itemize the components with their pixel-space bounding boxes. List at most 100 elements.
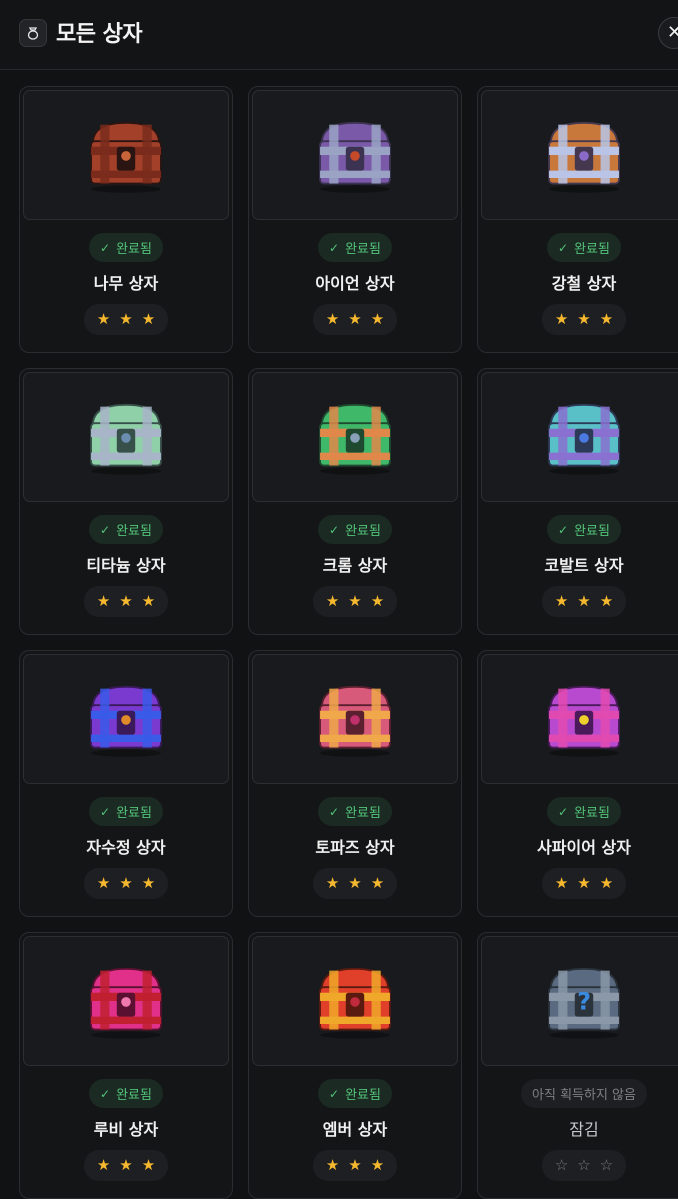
star-filled-icon: ★	[599, 592, 614, 610]
status-label: 완료됨	[116, 1088, 152, 1103]
chest-card[interactable]: ✓ 완료됨 아이언 상자 ★ ★ ★	[248, 86, 462, 353]
star-filled-icon: ★	[96, 310, 111, 328]
chest-image	[23, 936, 229, 1066]
chest-card[interactable]: ✓ 완료됨 코발트 상자 ★ ★ ★	[477, 368, 678, 635]
check-icon: ✓	[100, 240, 111, 255]
chest-card[interactable]: ✓ 완료됨강철 상자 ★ ★ ★	[477, 86, 678, 353]
close-icon: ✕	[667, 22, 678, 43]
star-filled-icon: ★	[119, 592, 133, 610]
status-label: 완료됨	[345, 524, 381, 539]
chest-card[interactable]: ✓ 완료됨사파이어 상자 ★ ★ ★	[477, 650, 678, 917]
check-icon: ✓	[329, 804, 340, 819]
star-filled-icon: ★	[348, 874, 362, 892]
status-label: 완료됨	[345, 806, 381, 821]
chest-card[interactable]: ✓ 완료됨루비 상자 ★ ★ ★	[19, 932, 233, 1199]
status-badge: ✓ 완료됨	[547, 233, 621, 262]
check-icon: ✓	[329, 240, 340, 255]
status-badge: ✓ 완료됨	[318, 515, 392, 544]
status-badge: ✓ 완료됨	[89, 515, 163, 544]
star-rating: ★ ★ ★	[84, 868, 168, 899]
status-badge: ✓ 완료됨	[318, 797, 392, 826]
chest-name: 아이언 상자	[315, 274, 395, 293]
star-filled-icon: ★	[348, 1156, 362, 1174]
chest-image	[481, 372, 678, 502]
star-rating: ★ ★ ★	[84, 586, 168, 617]
status-badge: ✓ 완료됨	[547, 515, 621, 544]
chest-name: 티타늄 상자	[86, 556, 166, 575]
star-filled-icon: ★	[141, 1156, 156, 1174]
chest-name: 강철 상자	[551, 274, 617, 293]
chest-image	[252, 372, 458, 502]
chest-name: 루비 상자	[93, 1120, 159, 1139]
star-filled-icon: ★	[370, 592, 385, 610]
star-empty-icon: ☆	[599, 1156, 614, 1174]
status-badge: ✓ 완료됨	[547, 797, 621, 826]
star-filled-icon: ★	[554, 310, 569, 328]
check-icon: ✓	[558, 804, 569, 819]
chest-card[interactable]: ✓ 완료됨 크롬 상자 ★ ★ ★	[248, 368, 462, 635]
star-filled-icon: ★	[370, 874, 385, 892]
chest-name: 잠김	[569, 1120, 599, 1139]
status-label: 완료됨	[574, 524, 610, 539]
star-filled-icon: ★	[554, 874, 569, 892]
star-filled-icon: ★	[348, 310, 362, 328]
check-icon: ✓	[558, 522, 569, 537]
star-filled-icon: ★	[599, 874, 614, 892]
star-empty-icon: ☆	[577, 1156, 591, 1174]
star-filled-icon: ★	[577, 592, 591, 610]
status-badge: 아직 획득하지 않음	[521, 1079, 647, 1108]
check-icon: ✓	[100, 1086, 111, 1101]
check-icon: ✓	[329, 522, 340, 537]
star-filled-icon: ★	[325, 874, 340, 892]
chest-image	[252, 90, 458, 220]
chest-name: 엠버 상자	[322, 1120, 388, 1139]
status-label: 완료됨	[574, 806, 610, 821]
star-filled-icon: ★	[348, 592, 362, 610]
chest-card[interactable]: ✓ 완료됨 토파즈 상자 ★ ★ ★	[248, 650, 462, 917]
star-filled-icon: ★	[96, 592, 111, 610]
close-button[interactable]: ✕	[658, 17, 678, 49]
star-filled-icon: ★	[325, 310, 340, 328]
star-filled-icon: ★	[554, 592, 569, 610]
chest-card[interactable]: ✓ 완료됨티타늄 상자 ★ ★ ★	[19, 368, 233, 635]
chest-image	[23, 654, 229, 784]
star-rating: ★ ★ ★	[313, 586, 397, 617]
status-label: 완료됨	[574, 242, 610, 257]
star-empty-icon: ☆	[554, 1156, 569, 1174]
check-icon: ✓	[558, 240, 569, 255]
star-filled-icon: ★	[119, 874, 133, 892]
chest-grid: ✓ 완료됨 나무 상자 ★ ★ ★ ✓ 완료됨 아이언 상자 ★ ★ ★ ✓ 완료됨 강철 상자 ★ ★ ★ ✓ 완료…	[19, 86, 678, 1199]
svg-text:?: ?	[577, 987, 591, 1015]
star-filled-icon: ★	[96, 1156, 111, 1174]
status-label: 아직 획득하지 않음	[532, 1088, 636, 1103]
star-filled-icon: ★	[577, 874, 591, 892]
star-rating: ★ ★ ★	[84, 304, 168, 335]
check-icon: ✓	[329, 1086, 340, 1101]
chest-image	[23, 372, 229, 502]
star-rating: ★ ★ ★	[84, 1150, 168, 1181]
chest-card[interactable]: ✓ 완료됨 엠버 상자 ★ ★ ★	[248, 932, 462, 1199]
header-bar: 모든 상자 ✕	[0, 0, 678, 70]
star-filled-icon: ★	[577, 310, 591, 328]
status-label: 완료됨	[345, 242, 381, 257]
chest-card[interactable]: ✓ 완료됨 나무 상자 ★ ★ ★	[19, 86, 233, 353]
star-filled-icon: ★	[119, 1156, 133, 1174]
chest-image	[481, 90, 678, 220]
star-rating: ★ ★ ★	[313, 1150, 397, 1181]
chest-image	[481, 654, 678, 784]
chest-name: 자수정 상자	[86, 838, 166, 857]
chest-card[interactable]: ? 아직 획득하지 않음 잠김 ☆ ☆ ☆	[477, 932, 678, 1199]
chest-image	[252, 654, 458, 784]
chest-card[interactable]: ✓ 완료됨 자수정 상자 ★ ★ ★	[19, 650, 233, 917]
status-badge: ✓ 완료됨	[89, 233, 163, 262]
status-badge: ✓ 완료됨	[89, 1079, 163, 1108]
star-filled-icon: ★	[599, 310, 614, 328]
star-filled-icon: ★	[141, 592, 156, 610]
page-title: 모든 상자	[56, 22, 143, 47]
star-filled-icon: ★	[325, 592, 340, 610]
bag-icon	[19, 19, 47, 47]
chest-name: 사파이어 상자	[537, 838, 631, 857]
star-filled-icon: ★	[141, 874, 156, 892]
chest-image	[252, 936, 458, 1066]
star-filled-icon: ★	[325, 1156, 340, 1174]
